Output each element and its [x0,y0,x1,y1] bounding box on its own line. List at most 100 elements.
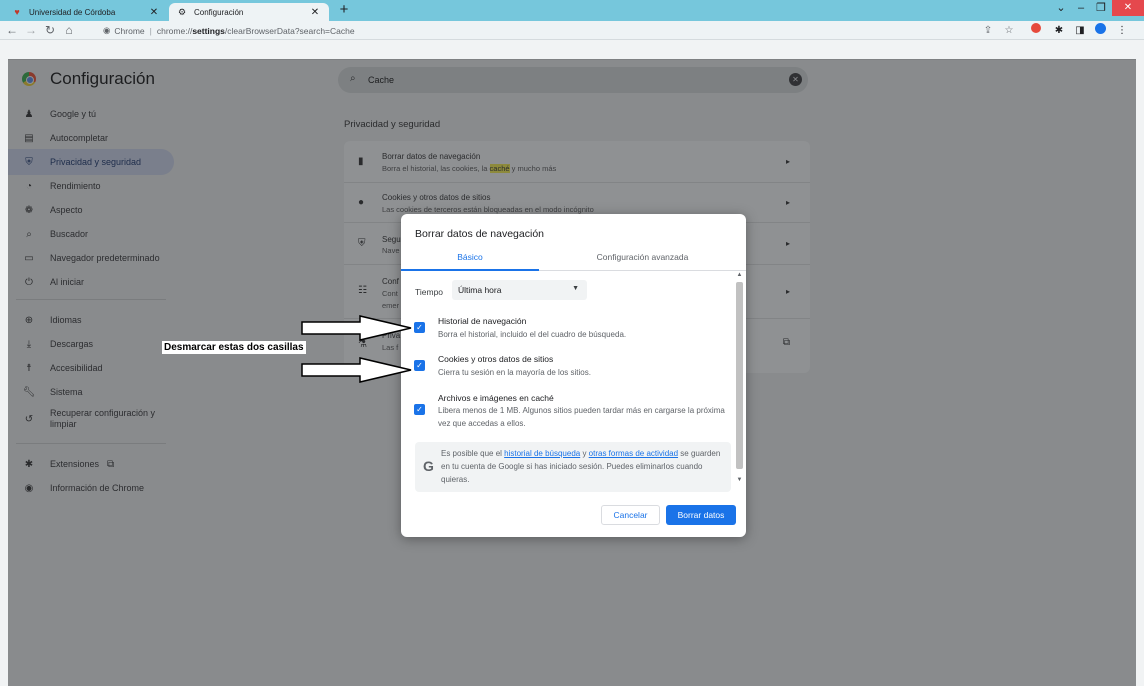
search-icon: ⌕ [26,228,32,240]
option-title: Archivos e imágenes en caché [438,393,554,403]
sidebar-item-label: Descargas [50,338,94,349]
address-host: chrome:// [156,25,193,36]
tab-indicator [401,269,539,271]
close-tab-icon[interactable]: ✕ [309,7,321,18]
sidebar-item-extensions[interactable]: ✱ Extensiones ⧉ [8,451,174,477]
sidebar-item-reset[interactable]: ↺ Recuperar configuración y limpiar [8,403,174,435]
tab-search-icon[interactable]: ⌄ [1052,0,1070,16]
sidebar-item-system[interactable]: 🔧︎ Sistema [8,379,174,405]
tab-basic[interactable]: Básico [401,252,539,270]
option-title: Historial de navegación [438,316,527,326]
sidebar-item-default-browser[interactable]: ▭ Navegador predeterminado [8,245,174,271]
sidebar-item-label: Google y tú [50,108,97,119]
sidebar-divider [16,299,166,300]
row-title: Priva [382,331,401,340]
cache-checkbox[interactable]: ✓ [414,404,425,415]
chrome-secure-icon: ◉ [103,25,111,35]
sidebar-item-search-engine[interactable]: ⌕ Buscador [8,221,174,247]
row-clear-browsing-data[interactable]: ▮ Borrar datos de navegación Borra el hi… [344,141,810,183]
sidebar-item-label: Aspecto [50,204,83,215]
sidebar-item-label: Privacidad y seguridad [50,156,142,167]
row-desc: emer [382,301,400,310]
sidebar-item-google[interactable]: ♟ Google y tú [8,101,174,127]
scrollbar-thumb[interactable] [736,282,743,469]
sidebar-item-label: Idiomas [50,314,82,325]
dialog-title: Borrar datos de navegación [415,228,544,240]
settings-search[interactable]: ⌕ Cache ✕ [338,67,808,93]
google-g-icon: G [423,458,434,474]
row-desc: Nave [382,246,400,255]
tab-configuracion[interactable]: ⚙ Configuración ✕ [169,3,329,21]
cancel-button[interactable]: Cancelar [601,505,660,525]
sidebar-item-accessibility[interactable]: ☨ Accesibilidad [8,355,174,381]
back-icon[interactable]: ← [5,22,19,38]
address-bar[interactable]: ◉ Chrome | chrome://settings/clearBrowse… [103,23,355,38]
tab-universidad[interactable]: ♥ Universidad de Córdoba ✕ [4,3,168,21]
other-activity-link[interactable]: otras formas de actividad [589,449,678,458]
option-cookies: ✓ Cookies y otros datos de sitios Cierra… [414,352,729,382]
sidebar-item-languages[interactable]: ⊕ Idiomas [8,307,174,333]
extensions-puzzle-icon[interactable]: ✱ [1052,23,1066,38]
dialog-scrollbar[interactable]: ▲ ▼ [735,272,744,486]
performance-icon: ◔ [25,180,33,192]
side-panel-icon[interactable]: ◨ [1073,23,1087,38]
search-input[interactable]: Cache [368,75,394,85]
sidebar-item-label: Al iniciar [50,276,85,287]
bookmark-star-icon[interactable]: ☆ [1002,23,1016,38]
cookies-checkbox[interactable]: ✓ [414,360,425,371]
sidebar-item-privacy[interactable]: ⛨ Privacidad y seguridad [8,149,174,175]
option-history: ✓ Historial de navegación Borra el histo… [414,314,729,344]
share-icon[interactable]: ⇪ [981,23,995,38]
tab-title: Universidad de Córdoba [29,7,116,17]
time-range-label: Tiempo [415,287,444,297]
sidebar-item-label: Accesibilidad [50,362,103,373]
shield-icon: ⛨ [25,156,33,168]
close-tab-icon[interactable]: ✕ [148,7,160,18]
sidebar-item-label: Buscador [50,228,89,239]
external-link-icon: ⧉ [107,458,115,470]
sidebar-item-label: Recuperar configuración y limpiar [50,408,156,429]
search-history-link[interactable]: historial de búsqueda [504,449,580,458]
sidebar-item-label: Información de Chrome [50,482,145,493]
clear-search-icon[interactable]: ✕ [789,73,802,86]
profile-avatar[interactable] [1093,23,1107,38]
browser-icon: ▭ [24,252,34,264]
sidebar-item-performance[interactable]: ◔ Rendimiento [8,173,174,199]
sidebar-item-downloads[interactable]: ⤓ Descargas [8,331,174,357]
tab-strip: ♥ Universidad de Córdoba ✕ ⚙ Configuraci… [0,0,1144,21]
sidebar-item-about[interactable]: ◉ Información de Chrome [8,475,174,501]
restore-window-icon[interactable]: ❐ [1092,0,1110,16]
history-checkbox[interactable]: ✓ [414,322,425,333]
reload-icon[interactable]: ↻ [43,22,57,38]
autofill-icon: ▤ [24,132,34,144]
trash-icon: ▮ [358,156,364,167]
sidebar-item-on-startup[interactable]: ⏻ Al iniciar [8,269,174,295]
row-desc: Las cookies de terceros están bloqueadas… [382,205,594,214]
sidebar-item-label: Rendimiento [50,180,101,191]
new-tab-button[interactable]: + [336,1,352,18]
extension-adblock-icon[interactable] [1029,23,1043,38]
globe-icon: ⊕ [24,314,34,326]
forward-icon[interactable]: → [24,22,38,38]
scroll-down-icon[interactable]: ▼ [735,477,744,483]
close-window-icon[interactable]: ✕ [1112,0,1144,16]
time-range-value: Última hora [458,285,502,295]
tab-advanced[interactable]: Configuración avanzada [539,252,746,270]
clear-data-button[interactable]: Borrar datos [666,505,736,525]
sidebar-item-autofill[interactable]: ▤ Autocompletar [8,125,174,151]
download-icon: ⤓ [26,338,32,350]
home-icon[interactable]: ⌂ [62,22,76,38]
address-path: /clearBrowserData?search=Cache [224,25,355,36]
note-text: Es posible que el historial de búsqueda … [441,449,721,484]
minimize-icon[interactable]: – [1072,0,1090,16]
row-title: Segu [382,235,401,244]
address-chip: Chrome [114,25,145,36]
scroll-up-icon[interactable]: ▲ [735,272,744,278]
menu-kebab-icon[interactable]: ⋮ [1115,23,1129,38]
google-account-note: G Es posible que el historial de búsqued… [415,442,731,492]
sidebar-item-appearance[interactable]: ❁ Aspecto [8,197,174,223]
wrench-icon: 🔧︎ [22,386,36,398]
person-icon: ♟ [24,108,34,120]
puzzle-icon: ✱ [24,458,34,470]
time-range-select[interactable]: Última hora ▼ [452,280,587,300]
